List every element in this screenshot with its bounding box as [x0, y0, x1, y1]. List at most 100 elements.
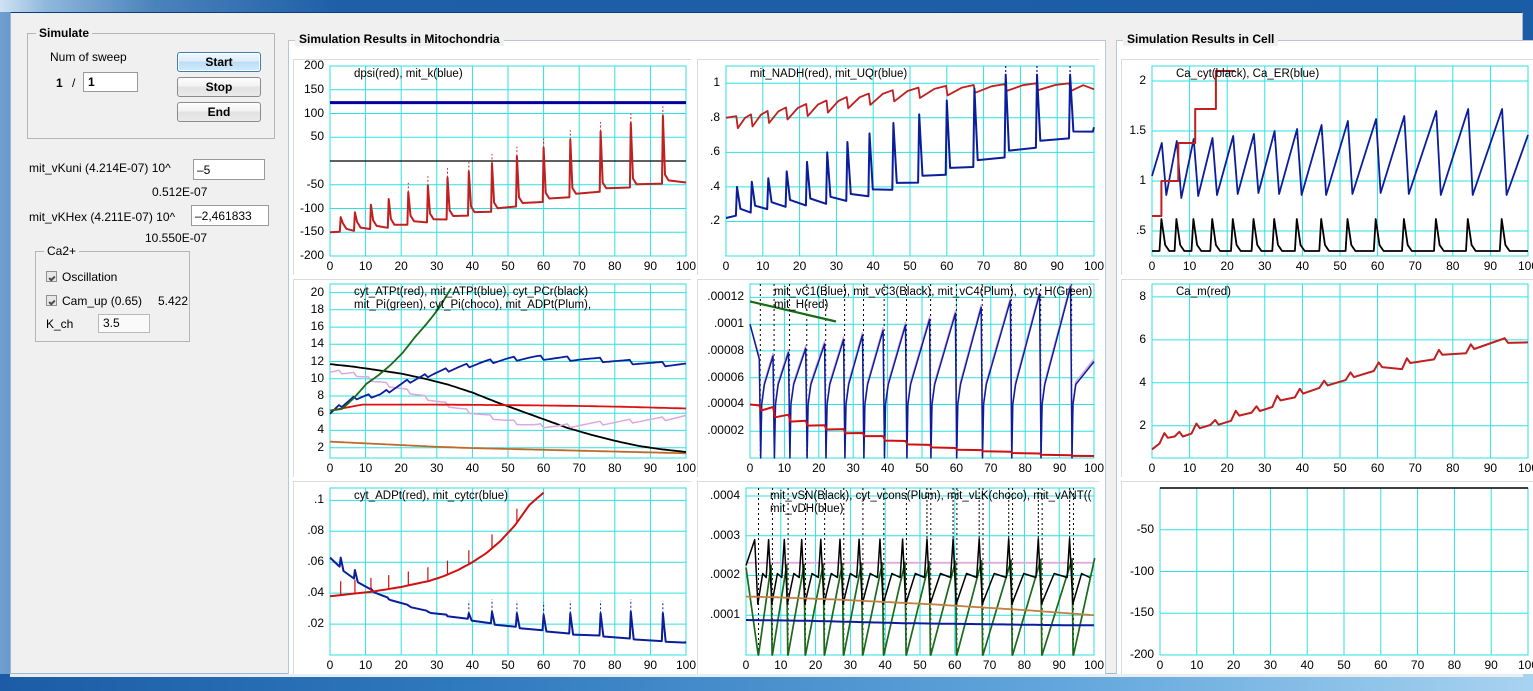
- x-tick-label: 80: [1447, 658, 1462, 672]
- sweep-current-value: 1: [56, 76, 63, 90]
- x-tick-label: 50: [903, 259, 917, 273]
- x-tick-label: 90: [1052, 658, 1066, 672]
- chart-mito-adp[interactable]: .1.08.06.04.02 0 10 20 30 40 50 60 70 80 90 100 cyt_…: [293, 481, 696, 675]
- x-tick-label: 10: [1190, 658, 1204, 672]
- x-tick-label: 20: [394, 658, 408, 672]
- x-tick-label: 80: [1017, 658, 1032, 672]
- x-tick-label: 70: [976, 259, 991, 273]
- simulate-group-title: Simulate: [36, 26, 93, 40]
- x-tick-label: 100: [1517, 259, 1533, 273]
- x-tick-label: 50: [913, 658, 927, 672]
- stop-button[interactable]: Stop: [177, 77, 261, 97]
- sweep-total-input[interactable]: 1: [83, 72, 138, 92]
- y-tick-label: .02: [307, 616, 324, 631]
- y-tick-label: .00012: [707, 289, 744, 304]
- y-tick-label: -50: [1136, 521, 1154, 536]
- x-tick-label: 80: [608, 461, 622, 475]
- chart-mito-nadh[interactable]: 1.8.6.4.2 0 10 20 30 40 50 60 70 80 90 100 mit_NADH(…: [697, 59, 1104, 276]
- x-tick-label: 100: [675, 461, 697, 475]
- x-tick-label: 90: [1484, 658, 1498, 672]
- oscillation-label: Oscillation: [62, 270, 118, 284]
- x-tick-label: 60: [1370, 259, 1385, 273]
- y-tick-label: 16: [310, 319, 324, 334]
- x-tick-label: 10: [358, 658, 373, 672]
- y-tick-label: 4: [317, 422, 324, 437]
- x-tick-label: 40: [465, 658, 480, 672]
- x-tick-label: 20: [394, 259, 408, 273]
- checkbox-checked-icon: [46, 295, 57, 306]
- chart-mito-flux[interactable]: .00012 .0001 .00008 .00006 .00004 .00002 0 10 20…: [697, 279, 1104, 478]
- chart-cell-empty[interactable]: -50-100-150-2000102030405060708090100: [1121, 481, 1533, 675]
- x-tick-label: 20: [1220, 461, 1234, 475]
- plot-mito-nadh: [698, 60, 1100, 276]
- y-tick-label: .08: [307, 523, 324, 538]
- y-tick-label: -100: [1129, 563, 1154, 578]
- y-tick-label: .0001: [713, 316, 744, 331]
- client-area: Simulate Num of sweep 1 / 1 Start Stop E…: [10, 12, 1533, 677]
- y-tick-label: 50: [310, 129, 324, 144]
- y-tick-label: 8: [1139, 288, 1146, 303]
- x-tick-label: 80: [608, 259, 622, 273]
- camup-checkbox[interactable]: Cam_up (0.65): [46, 294, 142, 308]
- y-tick-label: .0001: [709, 607, 740, 622]
- plot-mito-vsn: [698, 482, 1100, 675]
- x-tick-label: 60: [536, 461, 551, 475]
- x-tick-label: 40: [465, 259, 480, 273]
- x-tick-label: 90: [643, 259, 658, 273]
- chart-mito-atp[interactable]: 20 18 16 14 12 10 8 6 4 2 0 10 20 30 40 50 60 70 80 90 100 cy…: [293, 279, 696, 478]
- x-tick-label: 70: [982, 658, 997, 672]
- end-button[interactable]: End: [177, 102, 261, 122]
- x-tick-label: 10: [1182, 259, 1197, 273]
- mit-vkhex-label: mit_vKHex (4.211E-07) 10^: [29, 210, 176, 224]
- cell-results-panel: Simulation Results in Cell 2 1.5 1.5 0 10 20 3…: [1116, 32, 1533, 677]
- mit-vkuni-exponent-input[interactable]: –5: [193, 159, 265, 180]
- x-tick-label: 10: [1182, 461, 1197, 475]
- x-tick-label: 10: [756, 259, 770, 273]
- y-tick-label: 4: [1139, 374, 1146, 389]
- oscillation-checkbox[interactable]: Oscillation: [46, 270, 117, 284]
- x-tick-label: 60: [1370, 461, 1385, 475]
- y-tick-label: 10: [310, 370, 324, 385]
- chart-cell-cam[interactable]: 86420102030405060708090100Ca_m(red): [1121, 279, 1533, 478]
- x-tick-label: 30: [430, 658, 444, 672]
- y-tick-label: .00002: [707, 423, 744, 438]
- mit-vkhex-exponent-input[interactable]: –2,461833: [191, 205, 269, 226]
- x-tick-label: 70: [572, 461, 586, 475]
- x-tick-label: 30: [1258, 259, 1272, 273]
- mitochondria-results-panel: Simulation Results in Mitochondria 200 15…: [288, 32, 1106, 677]
- y-tick-label: -150: [1129, 605, 1154, 620]
- application-window: Simulate Num of sweep 1 / 1 Start Stop E…: [0, 0, 1533, 691]
- sweep-separator: /: [72, 76, 76, 90]
- plot-mito-dpsi: [294, 60, 692, 276]
- x-tick-label: 40: [1295, 259, 1310, 273]
- camup-value: 5.422: [158, 294, 189, 308]
- x-tick-label: 100: [1517, 658, 1533, 672]
- mitochondria-panel-title: Simulation Results in Mitochondria: [295, 32, 504, 46]
- y-tick-label: 14: [310, 336, 324, 351]
- y-tick-label: 2: [317, 439, 324, 454]
- mit-vkhex-result: 10.550E-07: [145, 231, 208, 245]
- x-tick-label: 0: [326, 259, 334, 273]
- x-tick-label: 90: [1050, 259, 1064, 273]
- x-tick-label: 50: [1333, 259, 1347, 273]
- title-bar[interactable]: [0, 0, 1533, 12]
- y-tick-label: .6: [709, 144, 720, 159]
- x-tick-label: 60: [536, 259, 551, 273]
- chart-cell-cacyt[interactable]: 21.51.50102030405060708090100Ca_cyt(blac…: [1121, 59, 1533, 276]
- y-tick-label: .0002: [709, 567, 740, 582]
- x-tick-label: 0: [1156, 658, 1164, 672]
- start-button[interactable]: Start: [177, 52, 261, 72]
- kch-input[interactable]: 3.5: [98, 314, 150, 333]
- y-tick-label: .06: [307, 554, 324, 569]
- x-tick-label: 50: [1333, 461, 1347, 475]
- kch-label: K_ch: [46, 317, 74, 331]
- control-panel: Simulate Num of sweep 1 / 1 Start Stop E…: [17, 19, 279, 669]
- chart-mito-vsn[interactable]: .0004 .0003 .0002 .0001 0 10 20 30 40 50 60 70 80 90 1…: [697, 481, 1104, 675]
- x-tick-label: 100: [675, 259, 697, 273]
- y-tick-label: 1: [1139, 173, 1146, 187]
- y-tick-label: 100: [303, 105, 324, 120]
- x-tick-label: 60: [949, 461, 964, 475]
- x-tick-label: 80: [1446, 461, 1460, 475]
- x-tick-label: 90: [1483, 259, 1498, 273]
- chart-mito-dpsi[interactable]: 200 150 100 50 -50 -100 -150 -200 0 10 20 30 40 50 60 7…: [293, 58, 696, 276]
